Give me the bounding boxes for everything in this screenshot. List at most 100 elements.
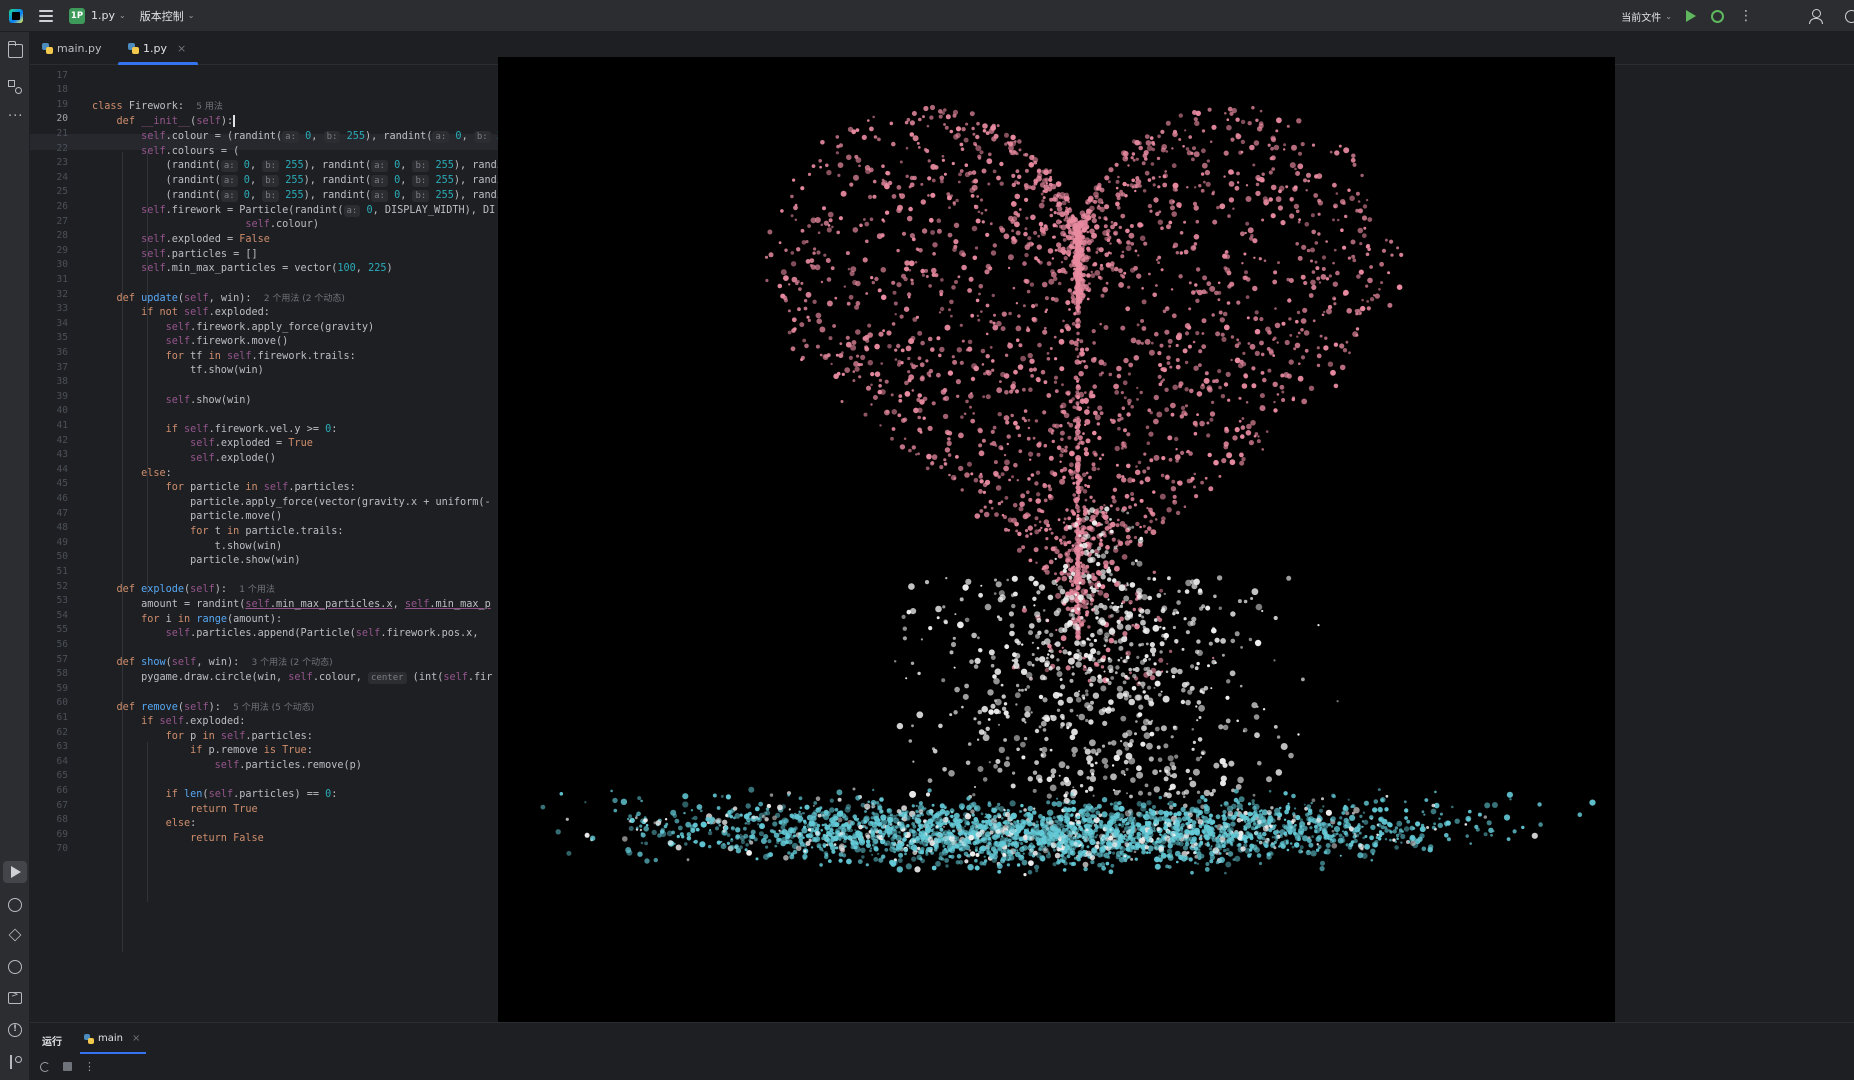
particle bbox=[1148, 756, 1154, 762]
particle bbox=[1308, 808, 1311, 811]
particle bbox=[1154, 726, 1160, 732]
particle bbox=[1297, 375, 1304, 382]
run-icon[interactable] bbox=[1686, 10, 1696, 22]
vcs-selector[interactable]: 版本控制 ⌄ bbox=[140, 8, 195, 24]
particle bbox=[1085, 692, 1089, 697]
particle bbox=[1213, 459, 1219, 466]
code-line: self.min_max_particles = vector(100, 225… bbox=[141, 263, 393, 274]
particle bbox=[1324, 336, 1328, 340]
project-selector[interactable]: 1.py ⌄ bbox=[91, 9, 126, 22]
particle bbox=[896, 185, 902, 190]
line-number: 61 bbox=[56, 712, 68, 723]
particle bbox=[1147, 685, 1152, 690]
particle bbox=[1364, 835, 1368, 838]
particle bbox=[1361, 233, 1367, 239]
more-icon[interactable]: ⋮ bbox=[1739, 9, 1753, 23]
particle bbox=[800, 355, 805, 360]
account-icon[interactable] bbox=[1809, 9, 1823, 24]
particle bbox=[1128, 698, 1135, 706]
terminal-icon[interactable] bbox=[8, 990, 22, 1004]
python-console-icon[interactable] bbox=[8, 898, 22, 912]
particle bbox=[1126, 792, 1128, 795]
particle bbox=[898, 394, 903, 398]
particle bbox=[1339, 364, 1346, 371]
project-folder-icon[interactable] bbox=[8, 41, 23, 58]
services-icon[interactable] bbox=[8, 960, 22, 974]
particle bbox=[855, 301, 861, 306]
particle bbox=[1131, 178, 1135, 183]
particle bbox=[683, 811, 686, 815]
app-logo-icon[interactable] bbox=[9, 8, 23, 23]
particle bbox=[1192, 420, 1198, 426]
particle bbox=[1323, 345, 1329, 351]
particle bbox=[1245, 277, 1251, 282]
particle bbox=[1111, 268, 1115, 272]
particle bbox=[915, 247, 919, 251]
particle bbox=[1232, 207, 1235, 210]
project-badge[interactable]: 1P bbox=[69, 7, 85, 24]
close-icon[interactable]: × bbox=[177, 42, 186, 55]
problems-icon[interactable]: ! bbox=[8, 1023, 22, 1037]
debug-icon[interactable] bbox=[1711, 9, 1724, 23]
particle bbox=[1087, 625, 1091, 629]
pygame-output-window[interactable] bbox=[498, 57, 1615, 1023]
particle bbox=[1128, 694, 1132, 699]
particle bbox=[1062, 319, 1065, 323]
particle bbox=[1252, 163, 1256, 167]
particle bbox=[1484, 802, 1491, 809]
particle bbox=[1136, 771, 1144, 779]
particle bbox=[1091, 217, 1097, 224]
particle bbox=[931, 454, 938, 460]
particle bbox=[1116, 692, 1124, 700]
particle bbox=[1179, 414, 1184, 419]
particle bbox=[803, 299, 808, 303]
particle bbox=[1176, 790, 1181, 795]
particle bbox=[1230, 358, 1233, 362]
particle bbox=[1201, 815, 1205, 819]
particle bbox=[993, 677, 1000, 685]
particle bbox=[804, 343, 809, 349]
particle bbox=[805, 240, 809, 244]
particle bbox=[1263, 259, 1267, 262]
particle bbox=[1036, 244, 1042, 250]
particle bbox=[916, 397, 921, 402]
particle bbox=[1153, 786, 1160, 793]
particle bbox=[1113, 545, 1118, 550]
particle bbox=[1106, 568, 1112, 574]
run-config-selector[interactable]: 当前文件 ⌄ bbox=[1621, 9, 1672, 24]
tab-main-py[interactable]: main.py bbox=[42, 32, 101, 65]
code-line: pygame.draw.circle(win, self.colour, cen… bbox=[141, 672, 493, 684]
particle bbox=[1123, 396, 1127, 400]
particle bbox=[1146, 666, 1150, 671]
particle bbox=[1042, 697, 1048, 703]
particle bbox=[1011, 229, 1015, 233]
particle bbox=[1226, 301, 1231, 305]
layers-icon[interactable] bbox=[8, 928, 22, 942]
particle bbox=[1396, 284, 1403, 290]
particle bbox=[858, 164, 861, 168]
particle bbox=[1192, 146, 1196, 151]
particle bbox=[1061, 200, 1067, 206]
particle bbox=[1103, 636, 1109, 642]
particle bbox=[1052, 816, 1056, 820]
line-number: 66 bbox=[56, 785, 68, 796]
particle bbox=[1159, 769, 1162, 773]
run-tool-icon[interactable] bbox=[11, 866, 21, 878]
particle bbox=[953, 239, 959, 245]
particle bbox=[1169, 787, 1173, 791]
particle bbox=[790, 852, 795, 856]
search-icon[interactable] bbox=[1845, 9, 1854, 23]
particle bbox=[1159, 343, 1164, 348]
particle bbox=[1306, 804, 1312, 809]
particle bbox=[1130, 242, 1135, 246]
particle bbox=[1250, 597, 1254, 600]
particle bbox=[874, 371, 881, 378]
structure-icon[interactable] bbox=[8, 80, 23, 94]
particle bbox=[1288, 752, 1294, 759]
hamburger-menu-icon[interactable] bbox=[39, 9, 53, 22]
particle bbox=[930, 230, 935, 235]
more-tools-icon[interactable]: ··· bbox=[8, 110, 23, 126]
particle bbox=[963, 137, 969, 143]
git-icon[interactable] bbox=[8, 1055, 23, 1069]
tab-1-py[interactable]: 1.py × bbox=[117, 32, 199, 65]
